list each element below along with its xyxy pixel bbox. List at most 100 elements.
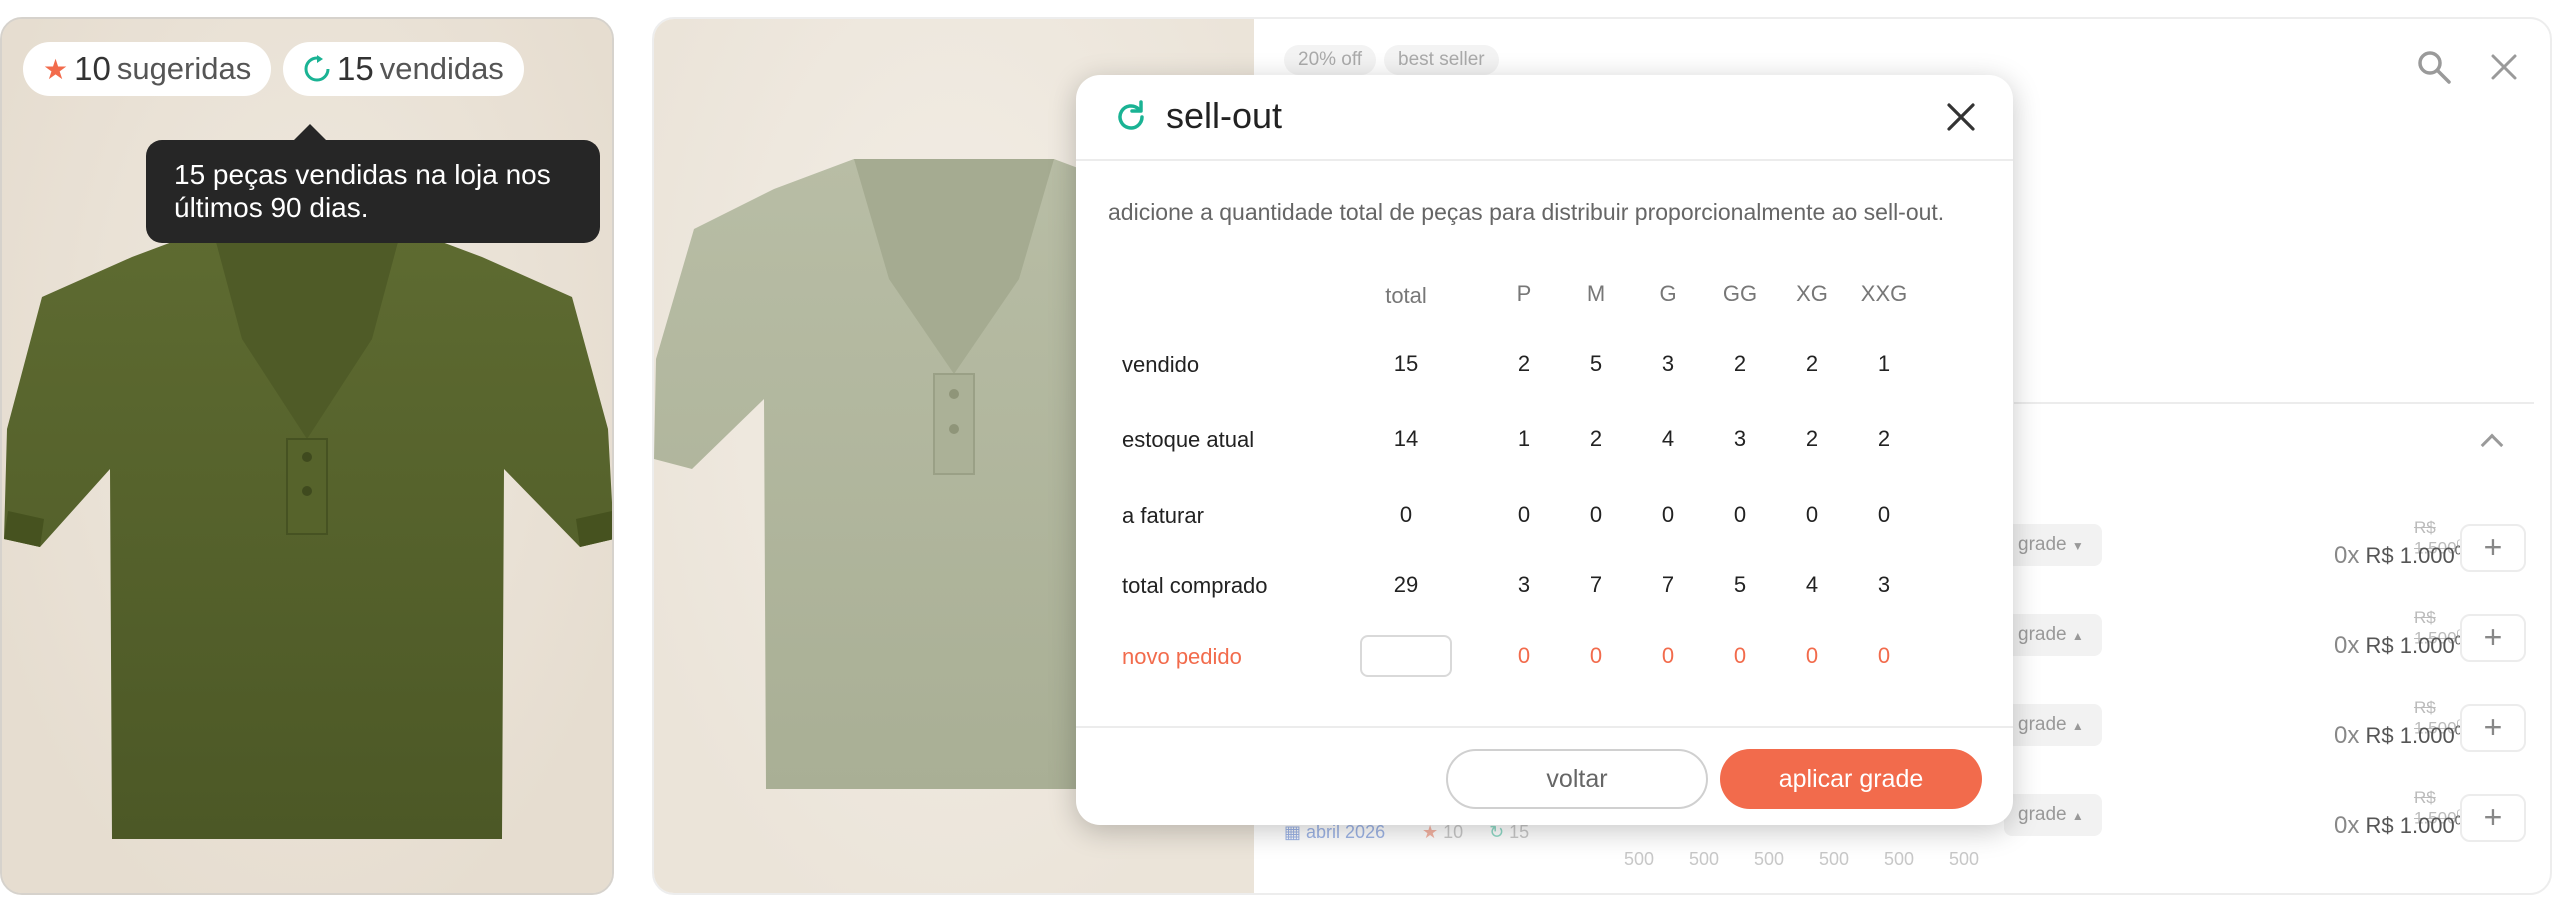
cell: 1 [1877,351,1891,376]
apply-grade-button[interactable]: aplicar grade [1720,749,1982,809]
caret-up-icon: ▲ [2071,809,2084,823]
add-button[interactable]: + [2460,704,2526,752]
search-icon[interactable] [2416,49,2452,85]
close-icon[interactable] [1944,100,1978,134]
date-badge: ▦ abril 2026 [1284,822,1386,842]
best-seller-chip: best seller [1384,45,1499,75]
grade-select-label: grade [2018,714,2067,735]
cell: 0 [1877,502,1891,527]
sell-out-icon [1118,100,1144,130]
col-header-p: P [1516,281,1532,306]
cell: 2 [1733,351,1747,376]
row-label-stock: estoque atual [1122,427,1255,452]
cell: 0 [1877,643,1891,668]
sell-out-icon: ↻ [1489,822,1505,842]
grade-select-label: grade [2018,534,2067,555]
cell: 4 [1661,426,1675,451]
sell-out-icon [304,55,330,82]
size-qty: 500 [1624,849,1655,869]
calendar-icon: ▦ [1284,822,1302,842]
star-icon: ★ [43,53,69,85]
sell-out-modal: sell-out adicione a quantidade total de … [1076,75,2013,825]
add-button[interactable]: + [2460,794,2526,842]
sold-mini: ↻ 15 [1489,822,1530,842]
cell: 2 [1517,351,1531,376]
suggested-pill[interactable]: ★ 10 sugeridas [23,42,272,96]
grade-select-label: grade [2018,804,2067,825]
size-qty: 500 [1819,849,1850,869]
cell: 0 [1661,502,1675,527]
cell: 3 [1733,426,1747,451]
cell: 0 [1589,502,1603,527]
polo-shirt-dark-image [4,219,612,839]
add-button[interactable]: + [2460,614,2526,662]
sold-pill[interactable]: 15 vendidas [283,42,524,96]
suggested-count: 10 [74,50,111,87]
cell: 14 [1393,426,1419,451]
grade-select-label: grade [2018,624,2067,645]
cell: 5 [1589,351,1603,376]
caret-up-icon: ▲ [2071,629,2084,643]
cell: 2 [1805,426,1819,451]
section-divider [2014,402,2534,404]
cell: 15 [1393,351,1419,376]
col-header-xg: XG [1796,281,1828,306]
cell: 0 [1589,643,1603,668]
sold-label: vendidas [379,51,504,86]
cell: 0 [1661,643,1675,668]
grade-select[interactable]: grade ▲ [2004,794,2102,836]
suggested-label: sugeridas [116,51,252,86]
size-qty: 500 [1689,849,1720,869]
cell: 1 [1517,426,1531,451]
col-header-m: M [1586,281,1606,306]
row-label-sold: vendido [1122,352,1200,377]
size-qty: 500 [1949,849,1980,869]
modal-description: adicione a quantidade total de peças par… [1108,199,1945,225]
row-label-to-invoice: a faturar [1122,503,1204,528]
discount-chip: 20% off [1284,45,1377,75]
cell: 0 [1517,502,1531,527]
cell: 29 [1393,572,1419,597]
modal-header: sell-out [1076,75,2013,161]
cell: 0 [1805,643,1819,668]
cell: 0 [1517,643,1531,668]
cell: 0 [1733,502,1747,527]
col-header-g: G [1659,281,1677,306]
star-icon: ★ [1422,822,1439,842]
cell: 3 [1877,572,1891,597]
chevron-up-icon[interactable] [2480,433,2504,457]
new-order-total-input[interactable] [1360,635,1452,677]
cell: 2 [1877,426,1891,451]
modal-footer-divider [1076,726,2013,728]
cell: 3 [1661,351,1675,376]
size-qty: 500 [1884,849,1915,869]
sold-count: 15 [337,50,374,87]
product-card-left[interactable]: ★ 10 sugeridas 15 vendidas 15 peças vend… [0,17,614,895]
row-label-total-bought: total comprado [1122,573,1268,598]
back-button[interactable]: voltar [1446,749,1708,809]
cell: 7 [1661,572,1675,597]
cell: 0 [1733,643,1747,668]
cell: 2 [1589,426,1603,451]
grade-select[interactable]: grade ▼ [2004,524,2102,566]
caret-up-icon: ▲ [2071,719,2084,733]
col-header-xxg: XXG [1860,281,1908,306]
cell: 0 [1399,502,1413,527]
cell: 5 [1733,572,1747,597]
grade-select[interactable]: grade ▲ [2004,704,2102,746]
grade-select[interactable]: grade ▲ [2004,614,2102,656]
cell: 0 [1805,502,1819,527]
row-label-new-order: novo pedido [1122,644,1242,669]
cell: 4 [1805,572,1819,597]
col-header-gg: GG [1722,281,1758,306]
size-qty: 500 [1754,849,1785,869]
cell: 3 [1517,572,1531,597]
close-panel-icon[interactable] [2490,53,2518,81]
col-header-total: total [1385,283,1427,308]
cell: 7 [1589,572,1603,597]
caret-down-icon: ▼ [2071,539,2084,553]
suggested-mini: ★ 10 [1422,822,1464,842]
cell: 2 [1805,351,1819,376]
add-button[interactable]: + [2460,524,2526,572]
sold-tooltip: 15 peças vendidas na loja nos últimos 90… [146,124,600,243]
